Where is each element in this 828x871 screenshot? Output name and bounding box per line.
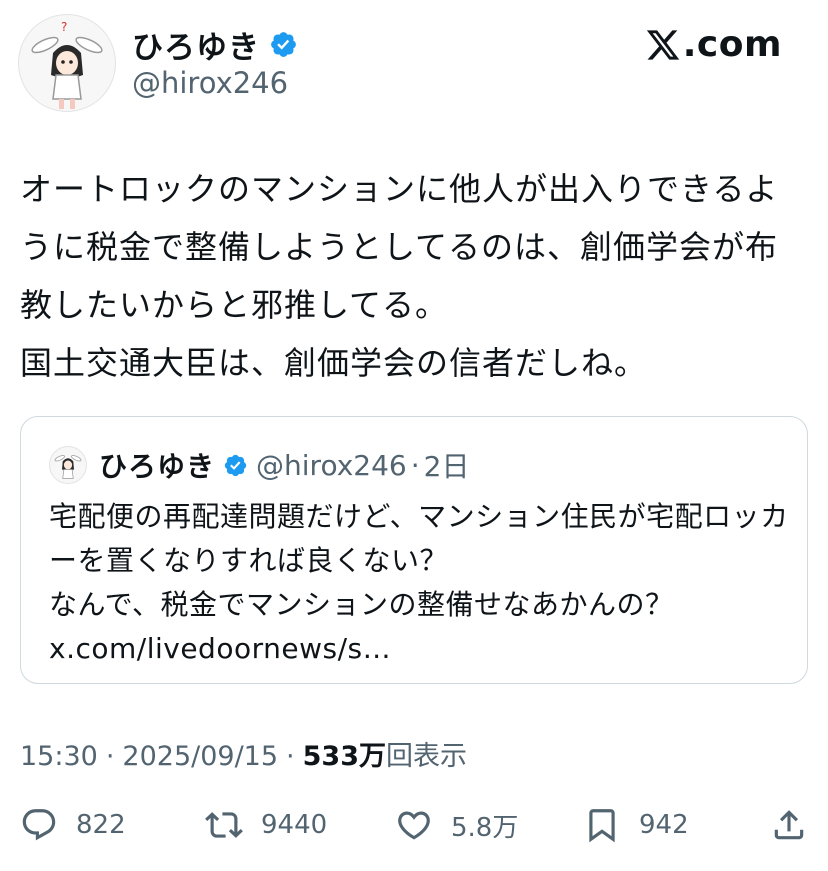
reply-icon — [22, 809, 56, 841]
quoted-tweet-header: ひろゆき @hirox246 · 2日 — [49, 445, 469, 485]
post-time: 15:30 — [20, 741, 98, 772]
handle[interactable]: @hirox246 — [132, 66, 288, 100]
tweet-text: オートロックのマンションに他人が出入りできるように税金で整備しようとしてるのは、… — [20, 170, 779, 382]
x-logo-icon — [646, 29, 679, 60]
quoted-avatar — [49, 446, 87, 484]
bookmark-count: 942 — [639, 810, 689, 840]
heart-icon — [398, 811, 430, 840]
svg-text:?: ? — [61, 20, 67, 34]
bookmark-icon — [589, 809, 615, 843]
quoted-handle: @hirox246 — [256, 448, 407, 482]
display-name[interactable]: ひろゆき — [132, 22, 260, 67]
quoted-tweet-text: 宅配便の再配達問題だけど、マンション住民が宅配ロッカーを置くなりすれば良くない？… — [49, 500, 789, 665]
quoted-separator: · — [410, 448, 420, 482]
retweet-count: 9440 — [261, 810, 328, 840]
site-logo: .com — [645, 24, 782, 65]
quoted-verified-badge-icon — [224, 454, 247, 476]
like-count: 5.8万 — [451, 812, 519, 843]
quoted-tweet-card[interactable]: ひろゆき @hirox246 · 2日 宅配便の再配達問題だけど、マンション住民… — [20, 416, 808, 684]
retweet-button[interactable]: 9440 — [205, 800, 327, 850]
view-count-label: 回表示 — [386, 741, 467, 772]
avatar-illustration: ? — [31, 20, 103, 109]
tweet-header: ? ひろゆき @hirox246 .com — [0, 0, 828, 130]
share-button[interactable] — [770, 800, 808, 850]
author-name-row: ひろゆき — [132, 22, 298, 67]
post-date: 2025/09/15 — [122, 741, 279, 772]
like-button[interactable]: 5.8万 — [395, 800, 518, 850]
quoted-display-name: ひろゆき — [99, 450, 216, 483]
meta-separator: · — [286, 741, 295, 772]
view-count: 533万 — [302, 741, 386, 772]
avatar[interactable]: ? — [18, 14, 116, 112]
share-icon — [774, 810, 804, 840]
quoted-timestamp: 2日 — [423, 450, 470, 483]
action-bar: 822 9440 5.8万 942 — [0, 800, 828, 850]
reply-button[interactable]: 822 — [20, 800, 126, 850]
verified-badge-icon — [271, 32, 296, 57]
site-logo-text: .com — [682, 24, 782, 65]
retweet-icon — [205, 812, 243, 838]
reply-count: 822 — [76, 810, 126, 840]
tweet-meta: 15:30 · 2025/09/15 · 533万 回表示 — [20, 734, 467, 773]
quoted-avatar-illustration — [54, 455, 82, 479]
bookmark-button[interactable]: 942 — [583, 800, 689, 850]
meta-separator: · — [105, 741, 115, 772]
